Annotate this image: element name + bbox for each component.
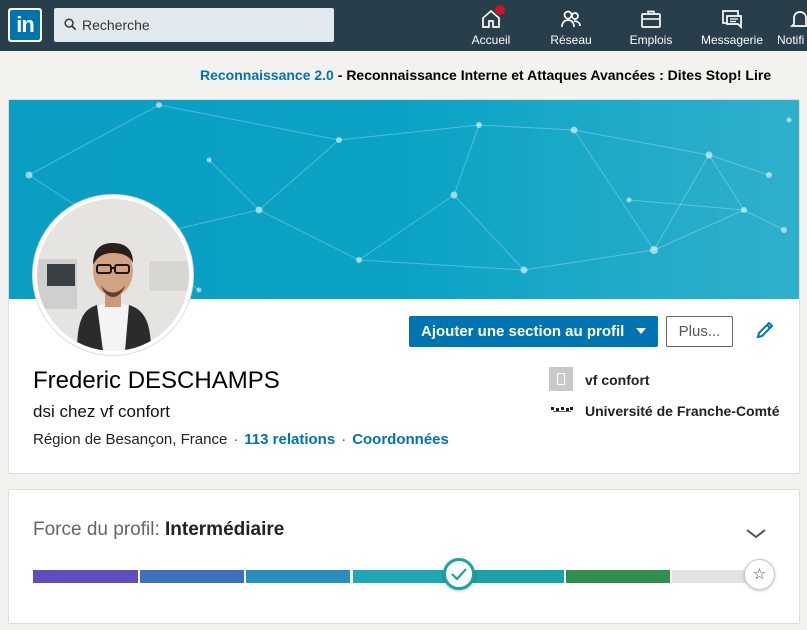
profile-photo-image <box>37 199 189 351</box>
profile-strength-card: Force du profil: Intermédiaire ☆ <box>8 489 800 624</box>
nav-home-label: Accueil <box>471 33 511 47</box>
ad-banner[interactable]: Reconnaissance 2.0 - Reconnaissance Inte… <box>200 67 771 83</box>
profile-name: Frederic DESCHAMPS <box>33 367 280 394</box>
briefcase-icon <box>641 10 661 28</box>
meter-segment <box>140 570 244 583</box>
nav-jobs[interactable]: Emplois <box>621 0 681 51</box>
connections-link[interactable]: 113 relations <box>244 431 335 448</box>
meter-segment <box>33 570 138 583</box>
chevron-down-icon[interactable] <box>745 528 767 540</box>
profile-strength-level: Intermédiaire <box>165 519 285 540</box>
search-icon <box>64 18 77 31</box>
profile-photo[interactable] <box>33 195 193 355</box>
nav-notifications-label: Notifi <box>777 33 805 47</box>
meter-segment <box>566 570 670 583</box>
nav-home[interactable]: Accueil <box>461 0 521 51</box>
separator-dot: · <box>233 431 239 448</box>
company-name: vf confort <box>585 372 650 388</box>
nav-jobs-label: Emplois <box>629 33 673 47</box>
check-icon <box>451 568 467 581</box>
nav-notifications[interactable]: Notifi <box>777 0 807 51</box>
profile-location-line: Région de Besançon, France · 113 relations… <box>33 431 449 448</box>
star-icon: ☆ <box>744 559 775 590</box>
building-icon <box>549 367 573 391</box>
profile-strength-meter <box>33 570 768 584</box>
current-level-marker <box>443 558 475 590</box>
nav-network-label: Réseau <box>550 33 592 47</box>
caret-down-icon <box>636 328 646 334</box>
school-logo-icon <box>551 407 573 412</box>
notification-badge <box>494 4 506 16</box>
contact-info-link[interactable]: Coordonnées <box>352 431 449 448</box>
logo-text: in <box>10 10 40 40</box>
separator-dot: · <box>341 431 347 448</box>
profile-location: Région de Besançon, France <box>33 431 228 448</box>
profile-strength-title: Force du profil: Intermédiaire <box>33 519 284 541</box>
add-profile-section-label: Ajouter une section au profil <box>421 323 625 340</box>
more-button[interactable]: Plus... <box>666 316 733 347</box>
nav-network[interactable]: Réseau <box>541 0 601 51</box>
ad-link[interactable]: Reconnaissance 2.0 <box>200 67 334 83</box>
network-icon <box>561 10 581 28</box>
meter-segment <box>246 570 350 583</box>
meter-segment <box>460 570 564 583</box>
add-profile-section-button[interactable]: Ajouter une section au profil <box>409 316 658 347</box>
linkedin-logo[interactable]: in <box>8 8 42 42</box>
school-name: Université de Franche-Comté <box>585 403 780 419</box>
ad-text[interactable]: Reconnaissance Interne et Attaques Avanc… <box>346 67 771 83</box>
profile-strength-label: Force du profil: <box>33 519 165 540</box>
ad-separator: - <box>333 67 347 83</box>
profile-headline: dsi chez vf confort <box>33 402 171 421</box>
pencil-edit-icon[interactable] <box>754 319 776 341</box>
profile-card: Ajouter une section au profil Plus... Fr… <box>8 99 800 474</box>
top-nav: in Accueil Réseau Emplois <box>0 0 807 51</box>
messaging-icon <box>722 10 742 30</box>
bell-icon <box>789 11 807 27</box>
search-input[interactable] <box>82 8 322 42</box>
nav-messaging[interactable]: Messagerie <box>697 0 767 51</box>
search-box[interactable] <box>54 8 334 42</box>
nav-messaging-label: Messagerie <box>700 33 764 47</box>
